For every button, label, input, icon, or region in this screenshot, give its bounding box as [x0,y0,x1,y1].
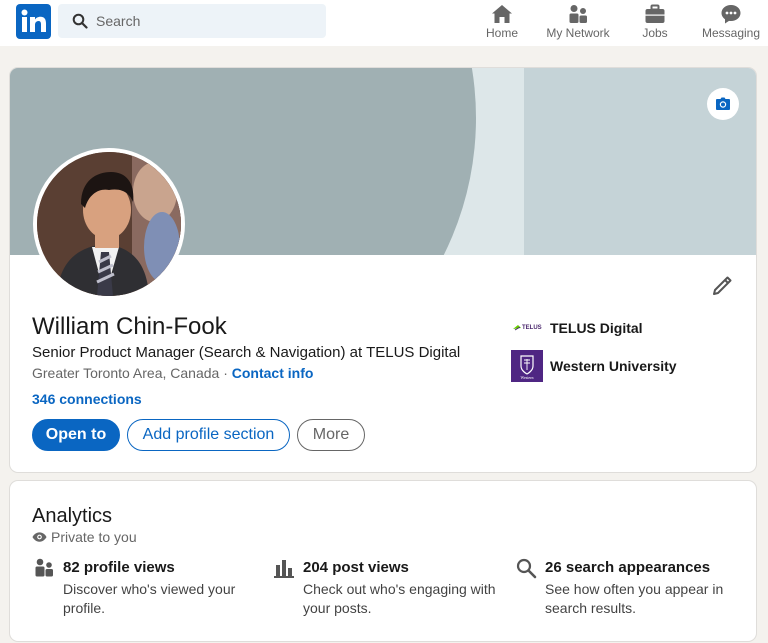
telus-logo-text: TELUS [522,325,542,331]
profile-name: William Chin-Fook [32,313,227,340]
bar-chart-icon [274,560,294,578]
metric-title: 26 search appearances [545,559,711,576]
metric-description: See how often you appear in search resul… [545,581,724,616]
search-placeholder: Search [96,13,141,29]
analytics-card: Analytics Private to you 82 profile view… [10,481,756,641]
profile-card: William Chin-Fook Senior Product Manager… [10,68,756,472]
analytics-title: Analytics [32,505,113,527]
more-button[interactable]: More [297,419,365,451]
contact-info-link[interactable]: Contact info [232,365,314,381]
edit-cover-button[interactable] [707,88,739,120]
eye-icon [32,532,47,542]
metric-description: Discover who's viewed your profile. [63,581,236,616]
western-university-logo: Western [511,350,543,382]
org-western-name: Western University [550,358,677,374]
home-icon [492,5,512,23]
nav-jobs[interactable]: Jobs [636,0,674,46]
search-icon [516,558,537,579]
search-icon [72,13,88,29]
metric-title: 82 profile views [63,559,175,576]
separator-dot: · [219,365,232,381]
location-text: Greater Toronto Area, Canada [32,365,220,381]
nav-messaging[interactable]: Messaging [700,0,762,46]
avatar[interactable] [33,148,185,300]
search-input[interactable]: Search [58,4,326,38]
nav-network-label: My Network [546,26,610,40]
privacy-text: Private to you [51,529,137,545]
edit-pencil-icon[interactable] [710,274,734,298]
nav-jobs-label: Jobs [642,26,668,40]
nav-my-network[interactable]: My Network [543,0,613,46]
western-logo-text: Western [520,375,533,380]
nav-messaging-label: Messaging [701,26,761,40]
metric-title: 204 post views [303,559,409,576]
org-telus-name: TELUS Digital [550,320,643,336]
open-to-button[interactable]: Open to [32,419,120,451]
add-profile-section-button[interactable]: Add profile section [127,419,290,451]
linkedin-logo-icon[interactable] [16,4,51,39]
messaging-icon [721,5,741,24]
metric-description: Check out who's engaging with your posts… [303,581,496,616]
nav-home-label: Home [485,26,518,40]
briefcase-icon [645,4,665,23]
connections-link[interactable]: 346 connections [32,391,142,407]
nav-home[interactable]: Home [482,0,522,46]
top-nav: Search Home My Network Jobs Messaging [0,0,768,46]
profile-headline: Senior Product Manager (Search & Navigat… [32,344,461,361]
location-row: Greater Toronto Area, Canada · Contact i… [32,365,313,381]
network-icon [569,5,587,23]
people-icon [35,558,53,577]
camera-icon [716,97,730,110]
telus-digital-logo: TELUS [511,312,543,344]
